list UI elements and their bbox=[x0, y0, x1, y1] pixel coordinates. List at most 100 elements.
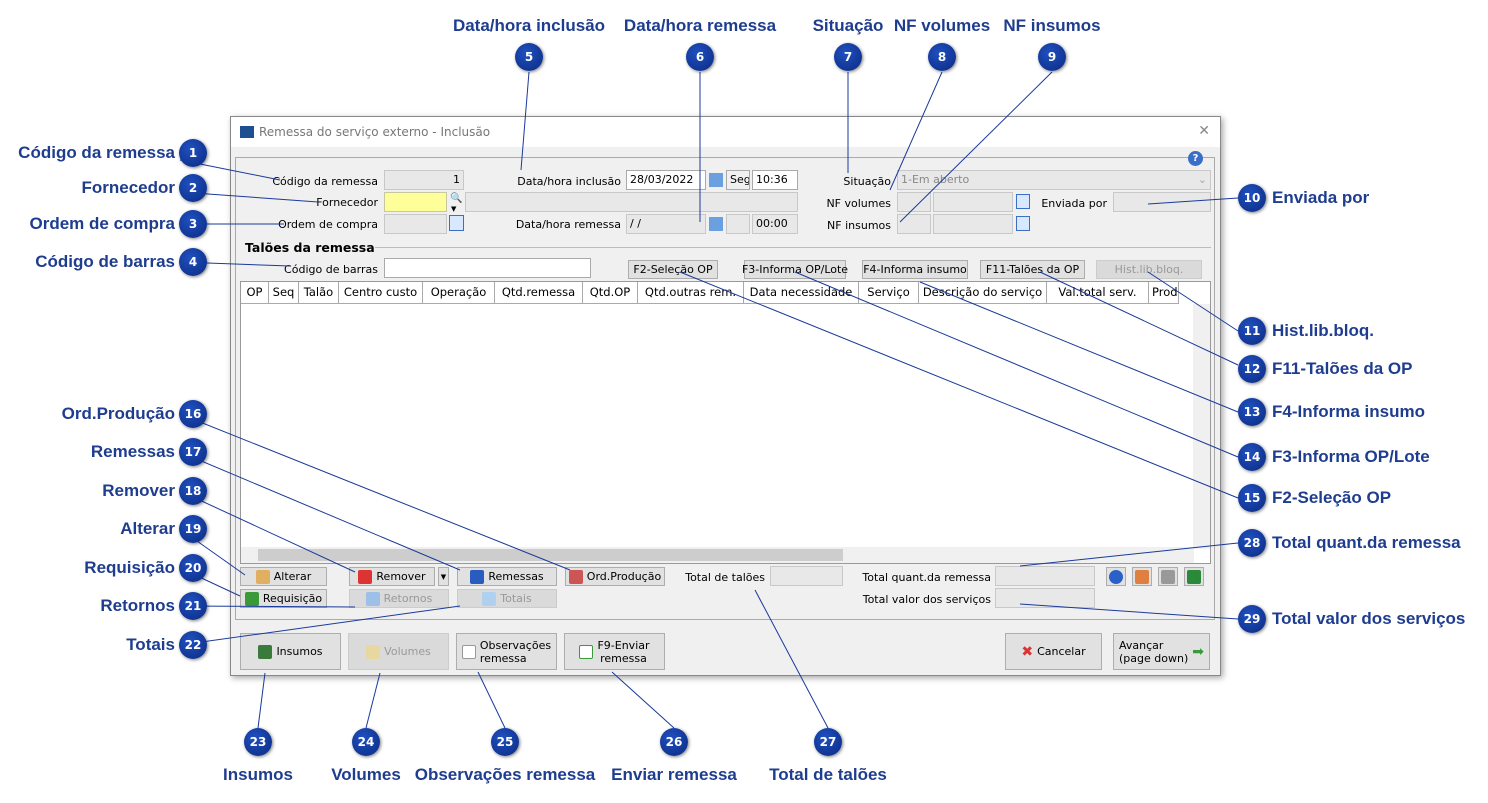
horizontal-scrollbar[interactable] bbox=[241, 547, 1194, 563]
requisicao-button[interactable]: Requisição bbox=[240, 589, 327, 608]
ordem-compra-field[interactable] bbox=[384, 214, 447, 234]
dropdown-arrow-icon[interactable]: ▼ bbox=[451, 205, 456, 213]
callout-label: Insumos bbox=[223, 765, 293, 784]
codigo-remessa-field: 1 bbox=[384, 170, 464, 190]
data-remessa-label: Data/hora remessa bbox=[515, 218, 621, 231]
remover-dropdown[interactable]: ▼ bbox=[438, 567, 449, 586]
callout-badge: 2 bbox=[179, 174, 207, 202]
volumes-button[interactable]: Volumes bbox=[348, 633, 449, 670]
observacoes-button[interactable]: Observações remessa bbox=[456, 633, 557, 670]
column-header[interactable]: Qtd.OP bbox=[583, 282, 638, 304]
retornos-button[interactable]: Retornos bbox=[349, 589, 449, 608]
data-inclusao-weekday: Seg bbox=[726, 170, 750, 190]
situacao-select[interactable]: 1-Em aberto ⌄ bbox=[897, 170, 1211, 190]
data-inclusao-date[interactable]: 28/03/2022 bbox=[626, 170, 706, 190]
calendar-icon[interactable] bbox=[709, 173, 723, 187]
taloes-grid[interactable]: OP Seq Talão Centro custo Operação Qtd.remess… bbox=[240, 281, 1211, 564]
remessas-button[interactable]: Remessas bbox=[457, 567, 557, 586]
fornecedor-field[interactable] bbox=[384, 192, 447, 212]
column-header[interactable]: Descrição do serviço bbox=[919, 282, 1047, 304]
enviada-por-label: Enviada por bbox=[1041, 197, 1107, 210]
callout-label: Volumes bbox=[331, 765, 401, 784]
ord-producao-button[interactable]: Ord.Produção bbox=[565, 567, 665, 586]
callout-label: Total valor dos serviços bbox=[1272, 609, 1466, 628]
leader-line bbox=[257, 672, 266, 729]
total-taloes-label: Total de talões bbox=[685, 571, 765, 584]
data-remessa-date[interactable]: / / bbox=[626, 214, 706, 234]
callout-label: Total de talões bbox=[769, 765, 887, 784]
data-inclusao-label: Data/hora inclusão bbox=[517, 175, 621, 188]
totais-button[interactable]: Totais bbox=[457, 589, 557, 608]
nf-insumos-label: NF insumos bbox=[827, 219, 891, 232]
callout-label: NF insumos bbox=[1003, 16, 1101, 35]
vertical-scrollbar[interactable] bbox=[1193, 304, 1210, 549]
column-header[interactable]: Operação bbox=[423, 282, 495, 304]
callout-badge: 9 bbox=[1038, 43, 1066, 71]
scroll-thumb[interactable] bbox=[258, 549, 843, 561]
column-header[interactable]: OP bbox=[241, 282, 269, 304]
codigo-barras-input[interactable] bbox=[384, 258, 591, 278]
column-header[interactable]: Prod bbox=[1149, 282, 1179, 304]
search-icon[interactable] bbox=[449, 215, 464, 231]
column-header[interactable]: Serviço bbox=[859, 282, 919, 304]
calendar-icon[interactable] bbox=[709, 217, 723, 231]
column-header[interactable]: Qtd.remessa bbox=[495, 282, 583, 304]
cancelar-button[interactable]: ✖ Cancelar bbox=[1005, 633, 1102, 670]
column-header[interactable]: Seq bbox=[269, 282, 299, 304]
taloes-section-title: Talões da remessa bbox=[245, 240, 375, 255]
excel-icon[interactable] bbox=[1184, 567, 1204, 586]
edit-icon bbox=[255, 569, 270, 584]
chevron-down-icon: ⌄ bbox=[1197, 173, 1207, 186]
callout-badge: 5 bbox=[515, 43, 543, 71]
data-remessa-time[interactable]: 00:00 bbox=[752, 214, 798, 234]
callout-label: NF volumes bbox=[893, 16, 991, 35]
f4-informa-insumo-button[interactable]: F4-Informa insumo bbox=[862, 260, 968, 279]
avancar-button[interactable]: Avançar (page down) ➡ bbox=[1113, 633, 1210, 670]
hist-lib-bloq-button[interactable]: Hist.lib.bloq. bbox=[1096, 260, 1202, 279]
callout-badge: 16 bbox=[179, 400, 207, 428]
nf-insumos-serie[interactable] bbox=[897, 214, 931, 234]
callout-badge: 17 bbox=[179, 438, 207, 466]
insumos-button[interactable]: Insumos bbox=[240, 633, 341, 670]
leader-line bbox=[611, 671, 675, 729]
alterar-label: Alterar bbox=[273, 570, 312, 583]
column-header[interactable]: Qtd.outras rem. bbox=[638, 282, 744, 304]
callout-label: Enviada por bbox=[1272, 188, 1370, 207]
nf-volumes-serie[interactable] bbox=[897, 192, 931, 212]
report-icon[interactable] bbox=[1132, 567, 1152, 586]
callout-badge: 18 bbox=[179, 477, 207, 505]
insumos-label: Insumos bbox=[276, 645, 323, 658]
remover-button[interactable]: Remover bbox=[349, 567, 435, 586]
search-icon[interactable] bbox=[1016, 194, 1030, 209]
remover-label: Remover bbox=[376, 570, 426, 583]
f3-informa-op-lote-button[interactable]: F3-Informa OP/Lote bbox=[742, 260, 848, 279]
close-button[interactable]: ✕ bbox=[1198, 123, 1210, 139]
app-icon bbox=[240, 126, 254, 138]
f11-taloes-op-button[interactable]: F11-Talões da OP bbox=[980, 260, 1085, 279]
column-header[interactable]: Talão bbox=[299, 282, 339, 304]
callout-label: Código da remessa bbox=[18, 143, 175, 162]
data-inclusao-time[interactable]: 10:36 bbox=[752, 170, 798, 190]
alterar-button[interactable]: Alterar bbox=[240, 567, 327, 586]
column-header[interactable]: Val.total serv. bbox=[1047, 282, 1149, 304]
callout-label: Remover bbox=[102, 481, 175, 500]
callout-label: Totais bbox=[126, 635, 175, 654]
nf-insumos-number[interactable] bbox=[933, 214, 1013, 234]
enviar-remessa-button[interactable]: F9-Enviar remessa bbox=[564, 633, 665, 670]
info-icon[interactable] bbox=[1106, 567, 1126, 586]
f2-selecao-op-button[interactable]: F2-Seleção OP bbox=[628, 260, 718, 279]
search-icon[interactable]: 🔍 bbox=[450, 193, 462, 204]
link-icon[interactable] bbox=[1158, 567, 1178, 586]
divider bbox=[301, 247, 1211, 248]
search-icon[interactable] bbox=[1016, 216, 1030, 231]
callout-label: F3-Informa OP/Lote bbox=[1272, 447, 1430, 466]
column-header[interactable]: Centro custo bbox=[339, 282, 423, 304]
production-icon bbox=[568, 569, 583, 584]
nf-volumes-number[interactable] bbox=[933, 192, 1013, 212]
column-header[interactable]: Data necessidade bbox=[744, 282, 859, 304]
help-icon[interactable]: ? bbox=[1188, 151, 1203, 166]
callout-badge: 12 bbox=[1238, 355, 1266, 383]
ordem-compra-label: Ordem de compra bbox=[278, 218, 378, 231]
callout-badge: 15 bbox=[1238, 484, 1266, 512]
callout-label: Data/hora inclusão bbox=[452, 16, 606, 35]
